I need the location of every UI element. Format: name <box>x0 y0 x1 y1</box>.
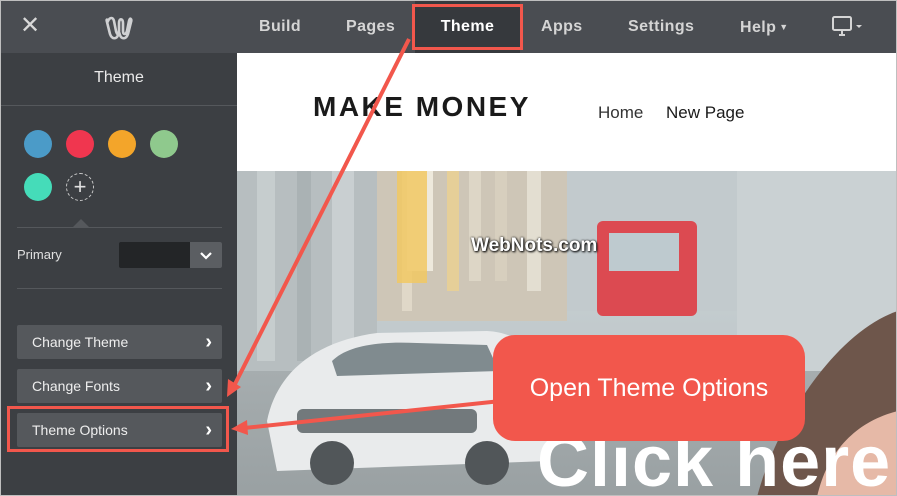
callout-label: Open Theme Options <box>493 335 805 441</box>
app-window: ✕ Build Pages Theme Apps Settings Help ▼ … <box>0 0 897 496</box>
arrow-head-icon <box>231 420 248 435</box>
watermark-text: WebNots.com <box>471 235 598 256</box>
